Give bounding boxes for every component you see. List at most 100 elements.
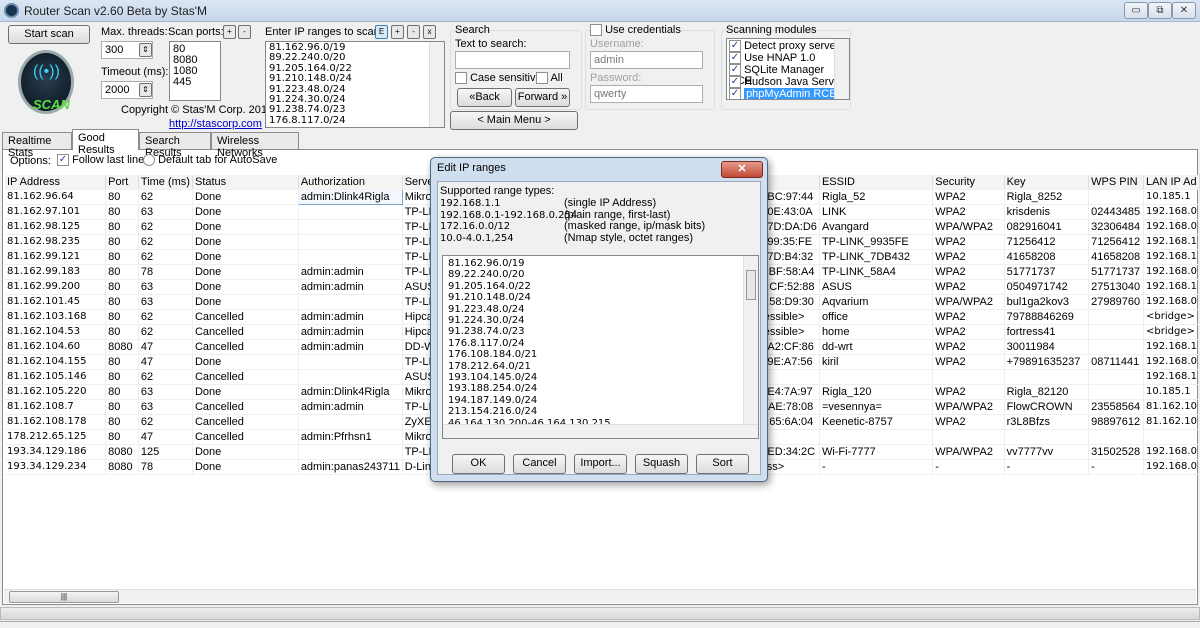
modules-list[interactable]: ✓ Detect proxy servers ✓ Use HNAP 1.0 ✓ … xyxy=(726,38,850,100)
column-header[interactable]: Time (ms) xyxy=(138,175,193,190)
column-header[interactable]: Port xyxy=(105,175,139,190)
search-label: Text to search: xyxy=(455,38,527,50)
dialog-import-button[interactable]: Import... xyxy=(574,454,627,474)
tab-wireless-networks[interactable]: Wireless Networks xyxy=(211,132,299,159)
checkbox-icon[interactable]: ✓ xyxy=(729,52,741,64)
checkbox-icon[interactable]: ✓ xyxy=(729,88,741,99)
scrollbar-thumb[interactable]: ||| xyxy=(9,591,119,603)
dialog-ranges-textarea[interactable]: 81.162.96.0/19 89.22.240.0/20 91.205.164.0… xyxy=(442,255,759,439)
column-header[interactable]: Key xyxy=(1004,175,1090,190)
column-header[interactable]: Authorization xyxy=(298,175,403,190)
autosave-radio[interactable]: Default tab for AutoSave xyxy=(143,154,277,167)
dialog-vertical-scrollbar[interactable] xyxy=(743,256,758,424)
dialog-range-line[interactable]: 91.223.48.0/24 xyxy=(448,304,753,315)
table-cell xyxy=(1088,309,1145,325)
start-scan-button[interactable]: Start scan xyxy=(8,25,90,44)
checkbox-icon[interactable]: ✓ xyxy=(729,40,741,52)
column-header[interactable]: ESSID xyxy=(819,175,934,190)
edit-ranges-button[interactable]: E xyxy=(375,25,388,39)
column-header[interactable]: IP Address xyxy=(5,175,107,190)
module-item[interactable]: ✓ SQLite Manager RCE xyxy=(729,64,847,87)
table-cell: 10.185.1 xyxy=(1143,189,1200,205)
checkbox-icon[interactable] xyxy=(590,24,602,37)
dialog-range-line[interactable]: 176.108.184.0/21 xyxy=(448,349,753,360)
module-item[interactable]: ✓ Detect proxy servers xyxy=(729,40,847,52)
dialog-range-line[interactable]: 176.8.117.0/24 xyxy=(448,338,753,349)
clear-ranges-button[interactable]: x xyxy=(423,25,436,39)
tab-realtime-stats[interactable]: Realtime Stats xyxy=(2,132,72,159)
table-cell: Cancelled xyxy=(192,414,299,430)
dialog-sort-button[interactable]: Sort xyxy=(696,454,749,474)
follow-last-line-checkbox[interactable]: ✓ Follow last line xyxy=(57,154,144,167)
username-input[interactable]: admin xyxy=(590,51,703,69)
column-header[interactable]: Security xyxy=(932,175,1005,190)
dialog-horizontal-scrollbar[interactable] xyxy=(443,424,758,438)
use-credentials-checkbox[interactable]: Use credentials xyxy=(590,24,681,37)
case-sensitive-checkbox[interactable]: Case sensitive xyxy=(455,72,542,85)
timeout-spin-icon[interactable]: ⇕ xyxy=(139,83,152,97)
range-type-example: 10.0-4.0.1,254 xyxy=(440,232,514,244)
remove-range-button[interactable]: - xyxy=(407,25,420,39)
scrollbar-thumb[interactable] xyxy=(746,270,756,300)
dialog-range-line[interactable]: 193.104.145.0/24 xyxy=(448,372,753,383)
forward-button[interactable]: Forward » xyxy=(515,88,570,107)
search-input[interactable] xyxy=(455,51,570,69)
table-cell: Done xyxy=(192,204,299,220)
range-item[interactable]: 176.8.117.0/24 xyxy=(269,115,441,126)
module-item[interactable]: ✓ Hudson Java Servlet xyxy=(729,76,847,88)
column-header[interactable]: LAN IP Ad xyxy=(1143,175,1200,190)
checkbox-icon[interactable] xyxy=(536,72,548,85)
table-cell: WPA2 xyxy=(932,249,1005,265)
add-range-button[interactable]: + xyxy=(391,25,404,39)
table-cell: 81.162.108.178 xyxy=(5,414,107,430)
table-cell: Avangard xyxy=(819,219,934,235)
add-port-button[interactable]: + xyxy=(223,25,236,39)
dialog-cancel-button[interactable]: Cancel xyxy=(513,454,566,474)
dialog-range-line[interactable]: 213.154.216.0/24 xyxy=(448,406,753,417)
table-cell: Wi-Fi-7777 xyxy=(819,444,934,460)
checkbox-icon[interactable] xyxy=(455,72,467,85)
radio-icon[interactable] xyxy=(143,154,155,167)
column-header[interactable]: WPS PIN xyxy=(1088,175,1145,190)
dialog-range-line[interactable]: 91.205.164.0/22 xyxy=(448,281,753,292)
remove-port-button[interactable]: - xyxy=(238,25,251,39)
dialog-range-line[interactable]: 91.238.74.0/23 xyxy=(448,326,753,337)
port-item[interactable]: 445 xyxy=(173,77,217,88)
table-cell: 192.168.0 xyxy=(1143,459,1200,475)
checkbox-icon[interactable]: ✓ xyxy=(729,76,741,88)
dialog-ok-button[interactable]: OK xyxy=(452,454,505,474)
restore-button[interactable]: ⧉ xyxy=(1148,2,1172,19)
tab-search-results[interactable]: Search Results xyxy=(139,132,211,159)
dialog-range-line[interactable]: 178.212.64.0/21 xyxy=(448,361,753,372)
threads-spin-icon[interactable]: ⇕ xyxy=(139,43,152,57)
modules-scrollbar[interactable] xyxy=(834,39,849,99)
dialog-squash-button[interactable]: Squash xyxy=(635,454,688,474)
table-cell: 80 xyxy=(105,204,139,220)
dialog-range-line[interactable]: 193.188.254.0/24 xyxy=(448,383,753,394)
module-label: Use HNAP 1.0 xyxy=(744,51,816,64)
back-button[interactable]: «Back xyxy=(457,88,512,107)
minimize-button[interactable]: ▭ xyxy=(1124,2,1148,19)
website-link[interactable]: http://stascorp.com xyxy=(169,118,262,130)
module-item[interactable]: ✓ Use HNAP 1.0 xyxy=(729,52,847,64)
dialog-close-button[interactable]: ✕ xyxy=(721,161,763,178)
all-checkbox[interactable]: All xyxy=(536,72,563,85)
dialog-range-line[interactable]: 194.187.149.0/24 xyxy=(448,395,753,406)
table-cell: Done xyxy=(192,249,299,265)
ports-list[interactable]: 80 8080 1080 445 xyxy=(169,41,221,101)
dialog-range-line[interactable]: 81.162.96.0/19 xyxy=(448,258,753,269)
ip-ranges-list[interactable]: 81.162.96.0/19 89.22.240.0/20 91.205.164… xyxy=(265,41,445,128)
checkbox-icon[interactable]: ✓ xyxy=(57,154,69,167)
ranges-scrollbar[interactable] xyxy=(429,42,444,127)
horizontal-scrollbar[interactable]: ||| xyxy=(4,589,1196,603)
dialog-range-line[interactable]: 89.22.240.0/20 xyxy=(448,269,753,280)
tab-good-results[interactable]: Good Results xyxy=(72,129,139,156)
main-menu-button[interactable]: < Main Menu > xyxy=(450,111,578,130)
dialog-range-line[interactable]: 91.210.148.0/24 xyxy=(448,292,753,303)
dialog-range-line[interactable]: 91.224.30.0/24 xyxy=(448,315,753,326)
module-item-selected[interactable]: ✓ phpMyAdmin RCE xyxy=(729,87,847,99)
password-input[interactable]: qwerty xyxy=(590,85,703,103)
close-button[interactable]: ✕ xyxy=(1172,2,1196,19)
column-header[interactable]: Status xyxy=(192,175,299,190)
table-cell: admin:admin xyxy=(298,279,403,295)
